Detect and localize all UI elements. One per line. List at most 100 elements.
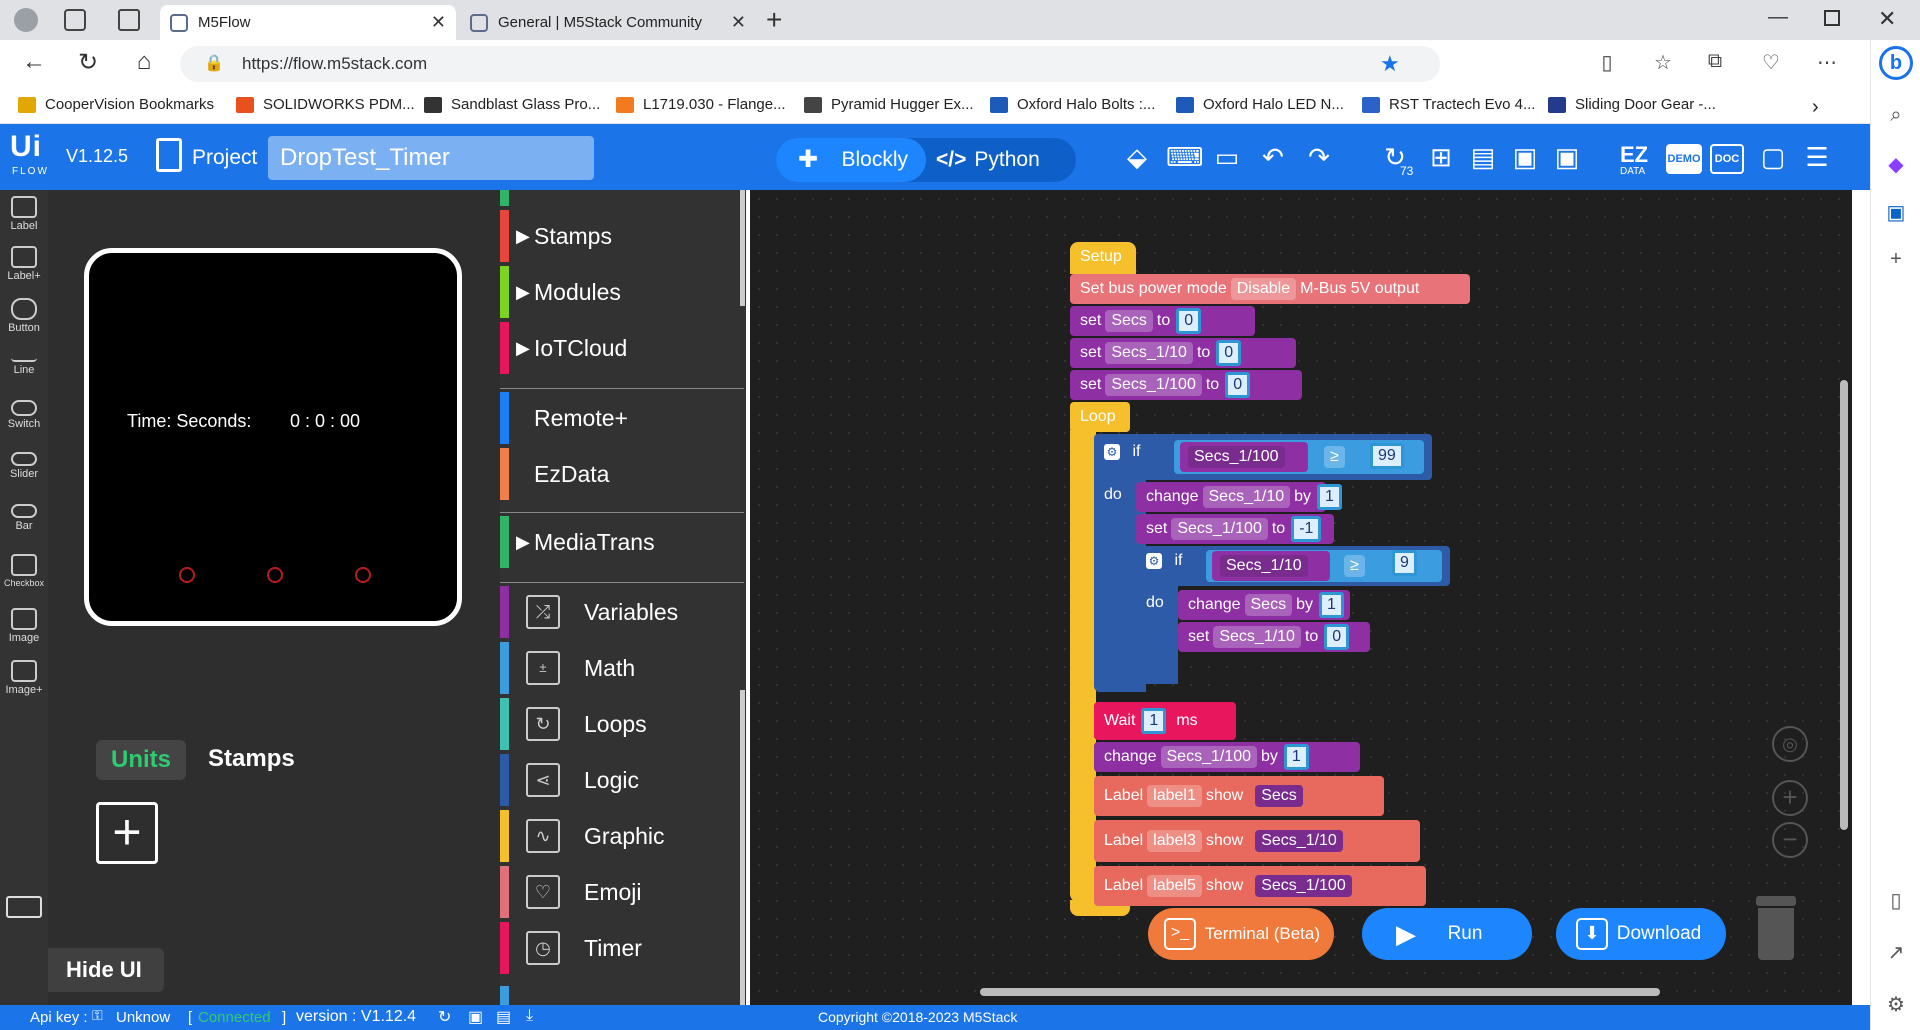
new-tab-button[interactable]: + [766,4,782,36]
favorites-icon[interactable]: ☆ [1648,50,1678,75]
bookmark-item[interactable]: L1719.030 - Flange... [616,96,786,113]
variable-dropdown[interactable]: Secs_1/100 [1255,875,1352,897]
button-c-indicator[interactable] [355,567,371,583]
zoom-in-icon[interactable]: + [1772,780,1808,816]
value-field[interactable]: 9 [1386,548,1417,578]
new-file-icon[interactable]: ⊞ [1424,140,1458,174]
device-settings-icon[interactable]: ▭ [1210,140,1244,174]
bookmark-item[interactable]: Pyramid Hugger Ex... [804,96,974,113]
units-tab[interactable]: Units [96,740,186,780]
operator-dropdown[interactable]: ≥ [1340,555,1369,577]
undo-icon[interactable]: ↶ [1256,140,1290,174]
python-mode-button[interactable]: </> Python [936,138,1040,182]
trash-can-icon[interactable] [1758,908,1794,960]
bus-power-block[interactable]: Set bus power mode Disable M-Bus 5V output [1070,274,1470,304]
if-block[interactable]: ⚙ if Secs_1/10 ≥ 9 [1136,546,1450,586]
tool-button[interactable]: Button [0,298,48,334]
set-variable-block[interactable]: set Secs to 0 [1070,306,1255,336]
settings-gear-icon[interactable]: ⚙ [1883,992,1909,1018]
variable-dropdown[interactable]: Secs_1/10 [1213,626,1301,648]
variable-dropdown[interactable]: Secs_1/10 [1220,555,1308,577]
wait-block[interactable]: Wait 1 ms [1094,702,1236,740]
number-field[interactable]: -1 [1291,516,1322,542]
mode-switch[interactable]: ✚ Blockly </> Python [776,138,1076,182]
number-field[interactable]: 9 [1392,550,1417,576]
close-tab-icon[interactable]: ✕ [731,12,746,33]
variable-dropdown[interactable]: Secs [1255,785,1303,807]
keyboard-icon[interactable]: ⌨ [1166,140,1204,174]
home-button[interactable]: ⌂ [128,48,160,76]
search-icon[interactable]: ⌕ [1883,104,1909,130]
minimize-button[interactable]: — [1768,6,1788,29]
external-link-icon[interactable]: ↗ [1883,940,1909,966]
number-field[interactable]: 1 [1318,592,1344,618]
tool-checkbox[interactable]: Checkbox [0,554,48,588]
recenter-icon[interactable]: ◎ [1772,726,1808,762]
category-logic[interactable]: ⋖ Logic [500,754,740,806]
stamps-tab[interactable]: Stamps [208,745,295,773]
office-icon[interactable]: ◆ [1883,152,1909,178]
add-app-icon[interactable]: + [1883,248,1909,274]
bookmark-item[interactable]: Oxford Halo LED N... [1176,96,1344,113]
save-file-icon[interactable]: ▣ [468,1007,483,1027]
tool-bar[interactable]: Bar [0,504,48,532]
project-name-field[interactable]: DropTest_Timer [268,136,594,180]
category-mediatrans[interactable]: ▶ MediaTrans [500,516,740,568]
set-variable-block[interactable]: set Secs_1/100 to 0 [1070,370,1302,400]
power-mode-dropdown[interactable]: Disable [1230,278,1297,300]
horizontal-scrollbar[interactable] [980,988,1660,996]
refresh-icon[interactable]: ↻ [438,1007,451,1027]
value-field[interactable]: 99 [1364,438,1404,474]
bookmark-item[interactable]: Sandblast Glass Pro... [424,96,600,113]
bookmark-item[interactable]: CooperVision Bookmarks [18,96,214,113]
tool-image-plus[interactable]: Image+ [0,660,48,696]
ez-data-button[interactable]: EZ [1620,142,1648,168]
label-show-block[interactable]: Label label3 show Secs_1/10 [1094,820,1420,862]
variable-dropdown[interactable]: Secs [1244,594,1293,616]
menu-icon[interactable]: ☰ [1800,140,1834,174]
project-label[interactable]: Project [192,146,257,170]
category-timer[interactable]: ◷ Timer [500,922,740,974]
label-show-block[interactable]: Label label5 show Secs_1/100 [1094,866,1426,906]
variable-getter-block[interactable]: Secs_1/100 [1180,442,1308,472]
variable-dropdown[interactable]: Secs_1/100 [1160,746,1258,768]
back-button[interactable]: ← [18,48,50,76]
category-graphic[interactable]: ∿ Graphic [500,810,740,862]
category-emoji[interactable]: ♡ Emoji [500,866,740,918]
number-field[interactable]: 1 [1317,484,1342,510]
change-variable-block[interactable]: change Secs by 1 [1178,590,1350,620]
variable-dropdown[interactable]: Secs_1/10 [1255,830,1343,852]
category-scrollbar-thumb[interactable] [740,690,745,1005]
split-screen-icon[interactable]: ▯ [1592,50,1622,75]
tool-switch[interactable]: Switch [0,400,48,430]
setup-block[interactable]: Setup [1070,242,1136,274]
change-variable-block[interactable]: change Secs_1/100 by 1 [1094,742,1360,772]
category-math[interactable]: ± Math [500,642,740,694]
demo-button[interactable]: DEMO [1666,144,1702,174]
redo-icon[interactable]: ↷ [1302,140,1336,174]
tool-label[interactable]: Label [0,196,48,232]
label-show-block[interactable]: Label label1 show Secs [1094,776,1384,816]
blockly-workspace[interactable]: Setup Set bus power mode Disable M-Bus 5V … [750,190,1852,1005]
tab-m5flow[interactable]: M5Flow ✕ [160,5,456,40]
save-icon[interactable]: ▣ [1508,140,1542,174]
profile-avatar[interactable] [14,8,38,32]
add-unit-button[interactable]: + [96,802,158,864]
tool-slider[interactable]: Slider [0,452,48,480]
tab-community[interactable]: General | M5Stack Community ✕ [460,5,756,40]
vertical-scrollbar[interactable] [1840,380,1848,830]
lock-icon[interactable]: 🔒 [204,46,224,82]
category-remote-plus[interactable]: Remote+ [500,392,740,444]
api-key-value[interactable]: Unknow [116,1009,170,1026]
tab-actions-icon[interactable] [118,9,140,31]
sidebar-toggle-icon[interactable]: ▯ [1883,888,1909,914]
bookmark-item[interactable]: RST Tractech Evo 4... [1362,96,1535,113]
variable-dropdown[interactable]: Secs_1/100 [1171,518,1268,540]
run-button[interactable]: ▶ Run [1362,908,1532,960]
label-dropdown[interactable]: label1 [1147,785,1202,807]
button-b-indicator[interactable] [267,567,283,583]
number-field[interactable]: 1 [1283,744,1309,770]
variable-dropdown[interactable]: Secs_1/100 [1188,446,1285,468]
bookmark-item[interactable]: SOLIDWORKS PDM... [236,96,415,113]
category-loops[interactable]: ↻ Loops [500,698,740,750]
